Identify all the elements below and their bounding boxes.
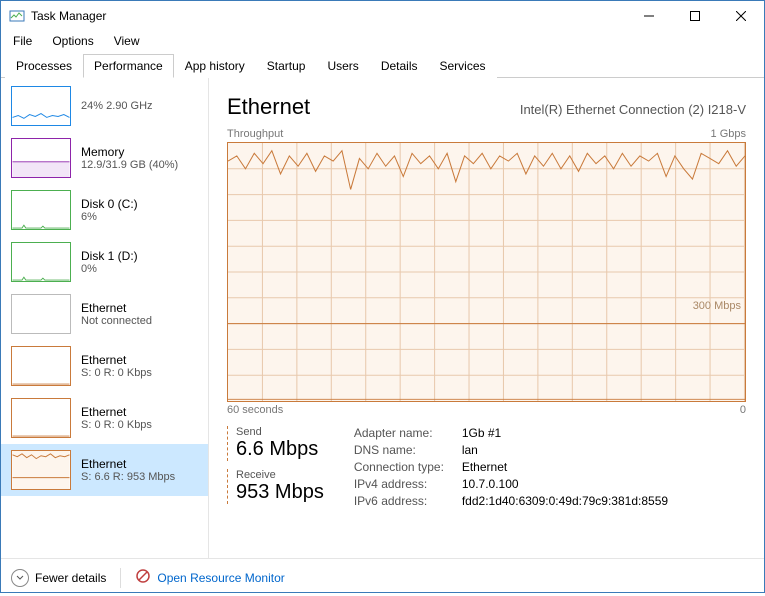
tab-startup[interactable]: Startup xyxy=(256,54,317,78)
thumbnail-chart xyxy=(11,398,71,438)
thumbnail-chart xyxy=(11,190,71,230)
property-key: IPv4 address: xyxy=(354,477,462,491)
thumbnail-chart xyxy=(11,346,71,386)
property-row: IPv4 address:10.7.0.100 xyxy=(354,477,668,491)
receive-label: Receive xyxy=(236,469,324,481)
chevron-down-icon xyxy=(11,569,29,587)
send-label: Send xyxy=(236,426,324,438)
window-title: Task Manager xyxy=(31,9,626,23)
sidebar-item-sublabel: S: 6.6 R: 953 Mbps xyxy=(81,471,175,483)
sidebar-item-disk-1-d--3[interactable]: Disk 1 (D:)0% xyxy=(1,236,208,288)
property-value: 10.7.0.100 xyxy=(462,477,519,491)
sidebar-item-ethernet-5[interactable]: EthernetS: 0 R: 0 Kbps xyxy=(1,340,208,392)
send-value: 6.6 Mbps xyxy=(236,438,324,461)
main-panel: Ethernet Intel(R) Ethernet Connection (2… xyxy=(209,78,764,558)
property-row: Connection type:Ethernet xyxy=(354,460,668,474)
tab-processes[interactable]: Processes xyxy=(5,54,83,78)
property-value: lan xyxy=(462,443,478,457)
sidebar-item-sublabel: S: 0 R: 0 Kbps xyxy=(81,367,152,379)
sidebar-item-sublabel: S: 0 R: 0 Kbps xyxy=(81,419,152,431)
sidebar-item-cpu-0[interactable]: CPU24% 2.90 GHz xyxy=(1,80,208,132)
property-value: 1Gb #1 xyxy=(462,426,501,440)
sidebar-item-ethernet-4[interactable]: EthernetNot connected xyxy=(1,288,208,340)
receive-value: 953 Mbps xyxy=(236,481,324,504)
sidebar-item-sublabel: 6% xyxy=(81,211,138,223)
property-key: Adapter name: xyxy=(354,426,462,440)
chart-foot-left: 60 seconds xyxy=(227,404,283,416)
maximize-button[interactable] xyxy=(672,1,718,31)
adapter-full-name: Intel(R) Ethernet Connection (2) I218-V xyxy=(520,102,746,117)
properties-list: Adapter name:1Gb #1DNS name:lanConnectio… xyxy=(354,426,668,512)
sidebar-item-sublabel: 24% 2.90 GHz xyxy=(81,100,153,112)
property-value: fdd2:1d40:6309:0:49d:79c9:381d:8559 xyxy=(462,494,668,508)
sidebar-item-disk-0-c--2[interactable]: Disk 0 (C:)6% xyxy=(1,184,208,236)
sidebar-item-label: Disk 1 (D:) xyxy=(81,249,138,263)
sidebar-item-label: Disk 0 (C:) xyxy=(81,197,138,211)
sidebar-item-label: Ethernet xyxy=(81,405,152,419)
property-row: Adapter name:1Gb #1 xyxy=(354,426,668,440)
separator xyxy=(120,568,121,588)
chart-label-left: Throughput xyxy=(227,128,283,140)
thumbnail-chart xyxy=(11,450,71,490)
app-icon xyxy=(9,8,25,24)
property-key: DNS name: xyxy=(354,443,462,457)
tab-services[interactable]: Services xyxy=(429,54,497,78)
menu-file[interactable]: File xyxy=(5,32,40,50)
sidebar-item-label: Ethernet xyxy=(81,301,152,315)
menu-bar: File Options View xyxy=(1,31,764,51)
throughput-chart: 300 Mbps xyxy=(227,142,746,402)
title-bar: Task Manager xyxy=(1,1,764,31)
thumbnail-chart xyxy=(11,138,71,178)
thumbnail-chart xyxy=(11,242,71,282)
open-resource-monitor-link[interactable]: Open Resource Monitor xyxy=(135,568,284,587)
sidebar-item-memory-1[interactable]: Memory12.9/31.9 GB (40%) xyxy=(1,132,208,184)
sidebar-item-ethernet-7[interactable]: EthernetS: 6.6 R: 953 Mbps xyxy=(1,444,208,496)
tab-performance[interactable]: Performance xyxy=(83,54,174,78)
property-key: IPv6 address: xyxy=(354,494,462,508)
sidebar-item-sublabel: 0% xyxy=(81,263,138,275)
performance-sidebar[interactable]: CPU24% 2.90 GHzMemory12.9/31.9 GB (40%)D… xyxy=(1,78,209,558)
sidebar-item-label: Ethernet xyxy=(81,457,175,471)
thumbnail-chart xyxy=(11,86,71,126)
tab-details[interactable]: Details xyxy=(370,54,429,78)
footer-bar: Fewer details Open Resource Monitor xyxy=(1,558,764,596)
page-title: Ethernet xyxy=(227,94,310,120)
property-row: IPv6 address:fdd2:1d40:6309:0:49d:79c9:3… xyxy=(354,494,668,508)
sidebar-item-sublabel: 12.9/31.9 GB (40%) xyxy=(81,159,178,171)
property-key: Connection type: xyxy=(354,460,462,474)
sidebar-item-label: Memory xyxy=(81,145,178,159)
sidebar-item-label: Ethernet xyxy=(81,353,152,367)
thumbnail-chart xyxy=(11,294,71,334)
close-button[interactable] xyxy=(718,1,764,31)
fewer-details-button[interactable]: Fewer details xyxy=(11,569,106,587)
chart-midline-label: 300 Mbps xyxy=(693,300,741,312)
sidebar-item-ethernet-6[interactable]: EthernetS: 0 R: 0 Kbps xyxy=(1,392,208,444)
chart-foot-right: 0 xyxy=(740,404,746,416)
tab-users[interactable]: Users xyxy=(316,54,369,78)
menu-view[interactable]: View xyxy=(106,32,148,50)
minimize-button[interactable] xyxy=(626,1,672,31)
tab-bar: ProcessesPerformanceApp historyStartupUs… xyxy=(1,53,764,78)
chart-label-right: 1 Gbps xyxy=(711,128,746,140)
property-value: Ethernet xyxy=(462,460,507,474)
tab-app-history[interactable]: App history xyxy=(174,54,256,78)
resource-monitor-icon xyxy=(135,568,151,587)
sidebar-item-sublabel: Not connected xyxy=(81,315,152,327)
menu-options[interactable]: Options xyxy=(44,32,101,50)
property-row: DNS name:lan xyxy=(354,443,668,457)
